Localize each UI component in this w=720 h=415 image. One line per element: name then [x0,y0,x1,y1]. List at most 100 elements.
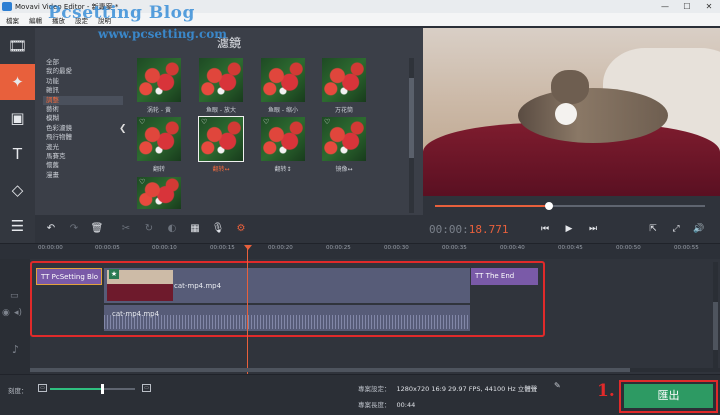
audio-track-note-icon: ♪ [12,343,20,356]
mic-icon[interactable]: 🎙 [210,221,226,237]
fullscreen-icon: ⤢ [672,224,680,234]
filter-thumb[interactable] [322,58,366,102]
category-item[interactable]: 雜訊 [43,86,123,95]
filters-panel: 濾鏡 全部 我的最愛 功能 雜訊 調整 藝術 模糊 色彩濾鏡 飛行物體 邊光 馬… [35,28,423,235]
list-icon: ☰ [10,217,25,235]
ruler-tick: 00:00:50 [616,245,641,251]
favorite-heart-icon[interactable]: ♡ [139,178,145,186]
close-button[interactable]: ✕ [698,0,720,13]
timeline-vscrollbar[interactable] [713,262,718,368]
category-list: 全部 我的最愛 功能 雜訊 調整 藝術 模糊 色彩濾鏡 飛行物體 邊光 馬賽克 … [43,58,123,180]
filter-label: 鱼眼 - 缩小 [268,107,298,114]
category-item[interactable]: 功能 [43,77,123,86]
next-frame-button[interactable]: ⏭ [586,222,600,236]
menu-file[interactable]: 檔案 [6,15,19,25]
filter-thumb[interactable]: ♡ [261,117,305,161]
ruler-tick: 00:00:55 [674,245,699,251]
image-icon[interactable]: ▦ [187,221,203,237]
magic-wand-icon: ✦ [11,73,24,91]
player-controls: 00:00:18.771 ⏮ ▶ ⏭ ⇱ ⤢ 🔊 [423,196,720,243]
filter-thumb[interactable]: ♡ [137,177,181,209]
category-item[interactable]: 我的最愛 [43,67,123,76]
rotate-icon[interactable]: ↻ [141,221,157,237]
category-item[interactable]: 飛行物體 [43,133,123,142]
film-icon: 🎞 [7,37,28,55]
category-item[interactable]: 邊光 [43,143,123,152]
ruler-tick: 00:00:25 [326,245,351,251]
filter-thumb[interactable] [137,58,181,102]
filter-scrollbar[interactable] [409,58,414,213]
edit-settings-pencil-icon[interactable]: ✎ [554,381,561,390]
filter-thumb[interactable] [261,58,305,102]
ruler-tick: 00:00:05 [95,245,120,251]
collapse-arrow-icon[interactable]: ❮ [119,124,127,134]
category-item[interactable]: 模糊 [43,114,123,123]
track-mute-icon[interactable]: ◂) [14,308,22,318]
timeline-hscrollbar[interactable] [30,368,720,372]
video-track-icon: ▭ [10,291,19,301]
favorite-heart-icon[interactable]: ♡ [263,118,269,126]
timeline-ruler[interactable]: 00:00:00 00:00:05 00:00:10 00:00:15 00:0… [0,243,720,259]
category-item[interactable]: 馬賽克 [43,152,123,161]
favorite-heart-icon[interactable]: ♡ [201,118,207,126]
zoom-slider-knob[interactable] [101,384,104,394]
ruler-tick: 00:00:35 [442,245,467,251]
minimize-button[interactable]: — [654,0,676,13]
play-icon: ▶ [565,224,573,234]
undo-icon[interactable]: ↶ [43,221,59,237]
color-icon[interactable]: ◐ [164,221,180,237]
time-display: 00:00:18.771 [429,223,509,236]
cut-icon[interactable]: ✂ [118,221,134,237]
category-item[interactable]: 色彩濾鏡 [43,124,123,133]
category-item[interactable]: 漫畫 [43,171,123,180]
category-item[interactable]: 懷舊 [43,161,123,170]
titles-tool-button[interactable]: T [0,136,35,172]
settings-icon[interactable]: ⚙ [233,221,249,237]
zoom-in-icon[interactable]: ▭ [142,384,151,392]
highlight-box-timeline [30,261,545,337]
transitions-tool-button[interactable]: ▣ [0,100,35,136]
play-button[interactable]: ▶ [562,222,576,236]
previous-frame-button[interactable]: ⏮ [538,222,552,236]
filter-thumb[interactable]: ♡ [322,117,366,161]
playhead-line[interactable] [247,247,248,374]
fullscreen-button[interactable]: ⤢ [669,222,683,236]
playhead-handle[interactable] [244,245,252,250]
zoom-slider[interactable] [50,384,135,394]
more-tools-button[interactable]: ☰ [0,208,35,244]
window-controls: — ☐ ✕ [654,0,720,13]
detach-preview-button[interactable]: ⇱ [646,222,660,236]
maximize-button[interactable]: ☐ [676,0,698,13]
volume-button[interactable]: 🔊 [692,222,706,236]
visibility-eye-icon[interactable]: ◉ [2,308,10,318]
category-item-selected[interactable]: 調整 [43,95,123,105]
category-item[interactable]: 藝術 [43,105,123,114]
redo-icon[interactable]: ↷ [66,221,82,237]
app-logo-icon [2,2,12,11]
filter-thumb-selected[interactable]: ♡ [198,116,244,162]
popout-icon: ⇱ [649,224,657,234]
filter-label: 鱼眼 - 放大 [206,107,236,114]
ruler-tick: 00:00:30 [384,245,409,251]
filter-label: 万花筒 [334,107,353,114]
delete-icon[interactable]: 🗑 [89,221,105,237]
ruler-tick: 00:00:20 [268,245,293,251]
edit-toolbar: ↶ ↷ 🗑 ✂ ↻ ◐ ▦ 🎙 ⚙ [35,215,423,243]
favorite-heart-icon[interactable]: ♡ [139,118,145,126]
filter-label-selected: 翻转↔ [212,166,230,173]
video-preview[interactable] [423,28,720,196]
stickers-tool-button[interactable]: ◇ [0,172,35,208]
zoom-out-icon[interactable]: ▭ [38,384,47,392]
track-headers: ▭ ◉ ◂) ♪ [0,259,30,374]
scrubber-knob[interactable] [545,202,553,210]
watermark-title: Pcsetting Blog [48,3,195,23]
filter-thumb[interactable] [199,58,243,102]
filter-thumb[interactable]: ♡ [137,117,181,161]
menu-edit[interactable]: 編輯 [29,15,42,25]
transition-icon: ▣ [10,109,25,127]
favorite-heart-icon[interactable]: ♡ [324,118,330,126]
category-item[interactable]: 全部 [43,58,123,67]
filters-tool-button[interactable]: ✦ [0,64,35,100]
playback-scrubber[interactable] [435,202,705,210]
media-tool-button[interactable]: 🎞 [0,28,35,64]
